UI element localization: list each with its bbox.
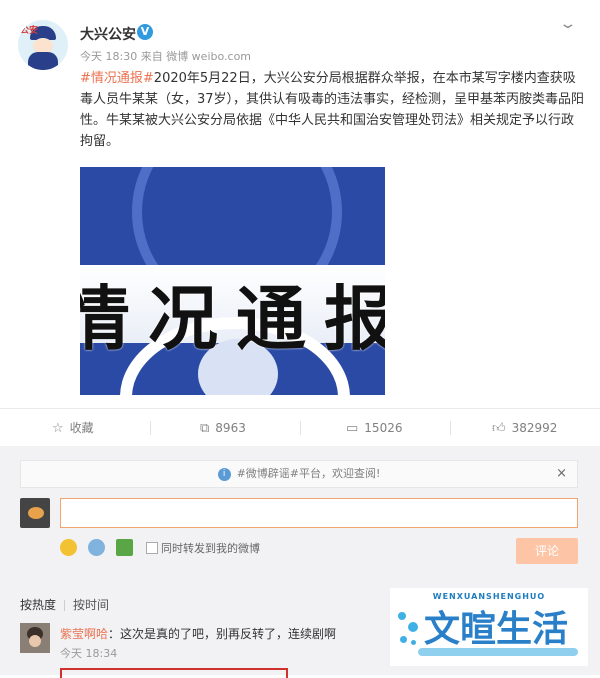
repost-button[interactable]: ⧉ 8963 bbox=[200, 409, 246, 447]
repost-icon: ⧉ bbox=[200, 421, 210, 436]
comment-count: 15026 bbox=[364, 421, 403, 435]
comment-item: 紫莹啊哈：这次是真的了吧，别再反转了，连续剧啊 bbox=[60, 625, 336, 642]
author-avatar[interactable]: 公安 bbox=[18, 20, 68, 70]
repost-count: 8963 bbox=[215, 421, 246, 435]
divider bbox=[64, 600, 66, 611]
highlight-box bbox=[60, 668, 288, 678]
watermark-logo: WENXUANSHENGHUO 文暄生活 bbox=[390, 588, 588, 666]
forward-label: 同时转发到我的微博 bbox=[161, 542, 260, 555]
favorite-button[interactable]: ☆ 收藏 bbox=[52, 409, 94, 447]
hashtag-link[interactable]: #情况通报# bbox=[80, 71, 154, 86]
avatar-face-shape bbox=[29, 635, 41, 647]
avatar-text: 公安 bbox=[20, 26, 39, 36]
image-caption-text: 情况通报 bbox=[80, 277, 385, 360]
divider bbox=[300, 421, 301, 435]
emoji-icon[interactable] bbox=[60, 539, 77, 556]
commenter-name[interactable]: 紫莹啊哈 bbox=[60, 627, 108, 641]
post-text: #情况通报#2020年5月22日，大兴公安分局根据群众举报，在本市某写字楼内查获… bbox=[80, 68, 585, 152]
my-avatar[interactable] bbox=[20, 498, 50, 528]
submit-comment-button[interactable]: 评论 bbox=[516, 538, 578, 564]
post-image[interactable]: 情况通报 bbox=[80, 167, 385, 395]
like-button[interactable]: 👍︎ 382992 bbox=[492, 409, 557, 447]
divider bbox=[450, 421, 451, 435]
weibo-post-card: 公安 大兴公安 V 今天 18:30 来自 微博 weibo.com ⌄ #情况… bbox=[0, 0, 600, 408]
favorite-label: 收藏 bbox=[69, 421, 94, 435]
comment-time: 今天 18:34 bbox=[60, 647, 118, 660]
gif-icon[interactable] bbox=[88, 539, 105, 556]
star-icon: ☆ bbox=[52, 421, 64, 436]
image-icon[interactable] bbox=[116, 539, 133, 556]
comment-button[interactable]: ▭ 15026 bbox=[346, 409, 402, 447]
like-count: 382992 bbox=[511, 421, 558, 435]
post-time-source: 今天 18:30 来自 微博 weibo.com bbox=[80, 50, 252, 63]
info-icon: i bbox=[217, 467, 231, 481]
divider bbox=[150, 421, 151, 435]
forward-checkbox[interactable] bbox=[146, 542, 158, 554]
post-body: 2020年5月22日，大兴公安分局根据群众举报，在本市某写字楼内查获吸毒人员牛某… bbox=[80, 71, 585, 149]
comment-text: ：这次是真的了吧，别再反转了，连续剧啊 bbox=[108, 627, 337, 641]
close-icon[interactable]: × bbox=[556, 461, 567, 487]
comment-sort-tabs: 按热度 按时间 bbox=[20, 596, 109, 613]
notice-text[interactable]: #微博辟谣#平台，欢迎查阅! bbox=[237, 467, 381, 480]
sort-by-hot-tab[interactable]: 按热度 bbox=[20, 598, 56, 612]
chevron-down-icon[interactable]: ⌄ bbox=[558, 16, 577, 32]
wave-shape bbox=[418, 648, 578, 656]
watermark-big-text: 文暄生活 bbox=[424, 609, 569, 650]
post-action-bar: ☆ 收藏 ⧉ 8963 ▭ 15026 👍︎ 382992 bbox=[0, 408, 600, 448]
rumor-notice-banner: i #微博辟谣#平台，欢迎查阅! × bbox=[20, 460, 578, 488]
verified-icon: V bbox=[137, 24, 153, 40]
avatar-body-shape bbox=[28, 52, 58, 70]
bubbles-icon bbox=[396, 608, 422, 650]
comment-icon: ▭ bbox=[346, 421, 359, 436]
commenter-avatar[interactable] bbox=[20, 623, 50, 653]
avatar-shape bbox=[28, 507, 44, 519]
sort-by-time-tab[interactable]: 按时间 bbox=[73, 598, 109, 612]
author-name[interactable]: 大兴公安 bbox=[80, 24, 136, 44]
thumb-up-icon: 👍︎ bbox=[492, 421, 506, 436]
comment-input[interactable] bbox=[60, 498, 578, 528]
